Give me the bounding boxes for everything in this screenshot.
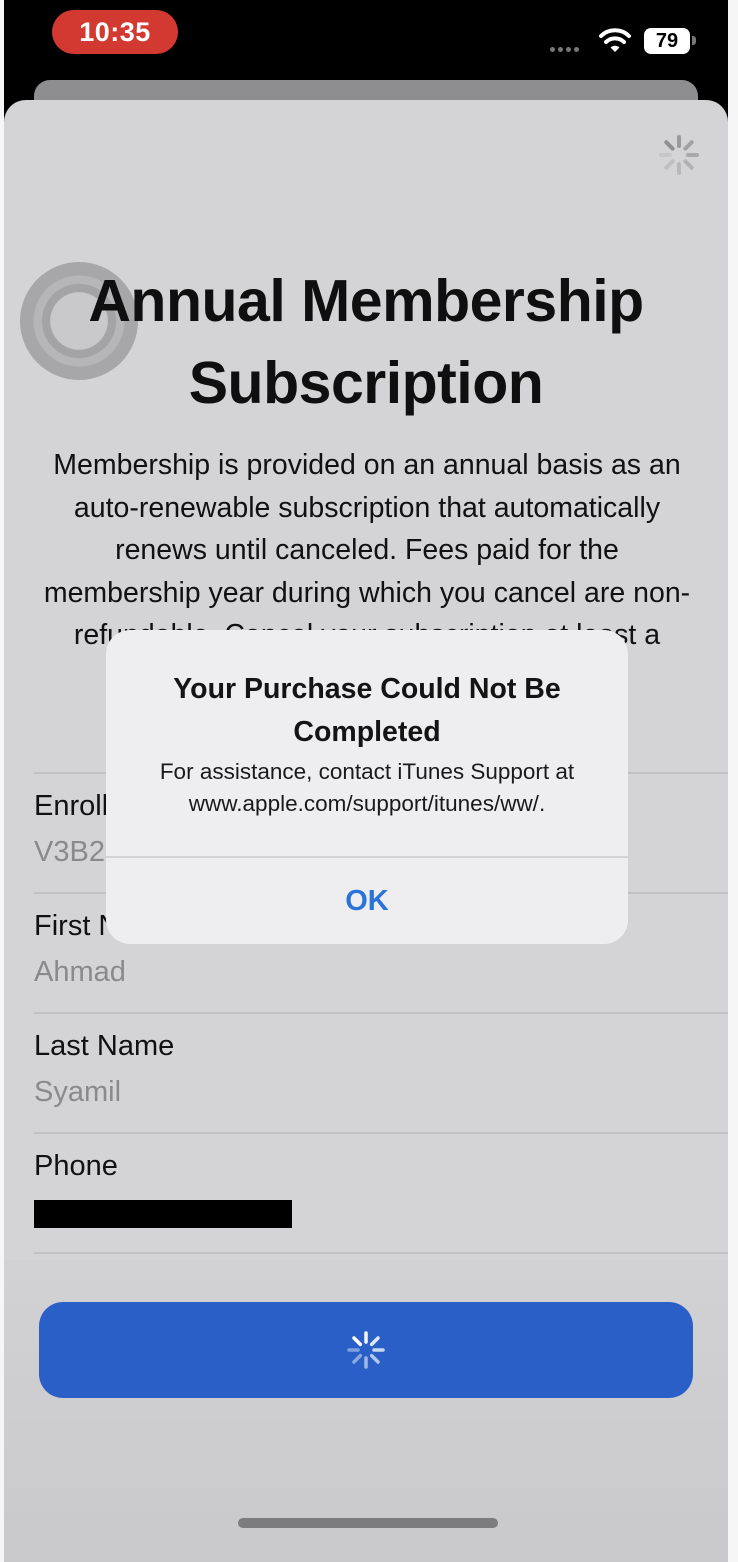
status-time: 10:35 — [52, 10, 178, 54]
redacted-phone-value — [34, 1200, 292, 1228]
home-indicator[interactable] — [238, 1518, 498, 1528]
field-label: Last Name — [34, 1030, 175, 1062]
phone-field[interactable]: Phone — [34, 1132, 728, 1254]
screen-edge-right — [728, 0, 738, 1562]
page-title: Annual Membership Subscription — [88, 268, 644, 416]
subscription-description: Membership is provided on an annual basi… — [43, 449, 691, 652]
field-value: Ahmad — [34, 956, 126, 988]
ok-button[interactable]: OK — [106, 858, 628, 944]
wifi-icon — [599, 28, 631, 52]
field-value: V3B2 — [34, 836, 105, 868]
bottom-action-area — [4, 1260, 728, 1562]
battery-nub — [692, 36, 696, 45]
alert-message: For assistance, contact iTunes Support a… — [159, 759, 575, 816]
field-label: Phone — [34, 1150, 118, 1182]
field-value: Syamil — [34, 1076, 122, 1108]
status-bar: 10:35 79 — [4, 0, 728, 82]
alert-title: Your Purchase Could Not Be Completed — [173, 673, 561, 748]
battery-indicator: 79 — [644, 28, 690, 54]
purchase-error-alert: Your Purchase Could Not Be Completed For… — [106, 630, 628, 944]
cellular-signal-icon — [550, 44, 590, 54]
activity-spinner-icon — [347, 1331, 385, 1369]
last-name-field[interactable]: Last Name Syamil — [34, 1012, 728, 1132]
activity-spinner-icon — [659, 135, 699, 175]
subscribe-button[interactable] — [39, 1302, 693, 1398]
